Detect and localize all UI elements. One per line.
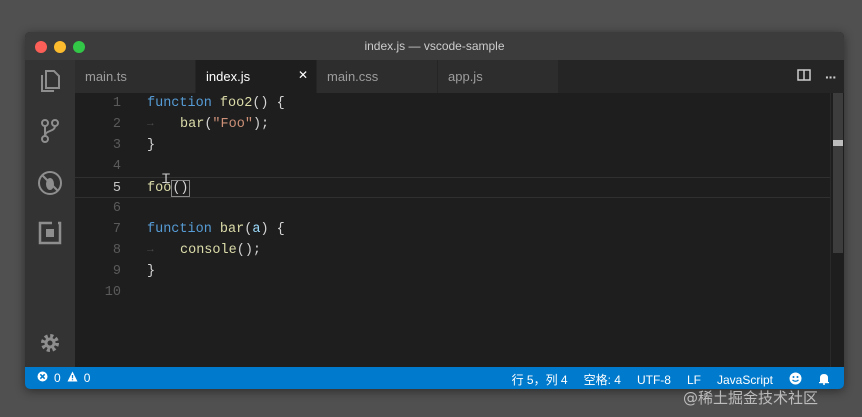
line-number: 10: [104, 285, 121, 300]
line-number: 5: [112, 181, 121, 196]
text-cursor-icon: Ꮖ: [162, 172, 171, 187]
window-title: index.js — vscode-sample: [364, 39, 505, 53]
watermark: @稀土掘金技术社区: [683, 389, 819, 407]
code-editor[interactable]: 1 function foo2() { 2 → bar("Foo"); 3 } …: [75, 93, 844, 367]
tab-main-ts[interactable]: main.ts: [75, 60, 195, 93]
code-line: 3 }: [75, 135, 830, 156]
code-line: 6: [75, 198, 830, 219]
bell-icon[interactable]: [818, 372, 830, 388]
code-line: 2 → bar("Foo");: [75, 114, 830, 135]
tab-label: main.ts: [85, 69, 127, 84]
code-line: 1 function foo2() {: [75, 93, 830, 114]
tab-index-js[interactable]: index.js ✕: [196, 60, 316, 93]
bracket-highlight: (): [171, 180, 190, 197]
line-code: function foo2() {: [147, 96, 285, 111]
tab-label: app.js: [448, 69, 483, 84]
line-number: 8: [112, 243, 121, 258]
line-code: }: [147, 264, 156, 279]
more-actions-button[interactable]: ···: [825, 69, 837, 85]
error-count: 0: [54, 371, 61, 385]
line-code: bar("Foo");: [180, 117, 270, 132]
indentation[interactable]: 空格: 4: [584, 371, 621, 388]
scroll-thumb[interactable]: [833, 93, 843, 253]
code-line: 7 function bar(a) {: [75, 219, 830, 240]
tab-app-js[interactable]: app.js: [438, 60, 558, 93]
cursor-position-marker: [833, 140, 843, 146]
indent-guide: →: [147, 118, 154, 130]
code-line: 8 → console();: [75, 240, 830, 261]
status-bar: 0 0 行 5，列 4 空格: 4 UTF-8 LF JavaScript: [25, 367, 844, 389]
smiley-feedback-icon[interactable]: [789, 372, 802, 388]
line-code: }: [147, 138, 156, 153]
title-bar[interactable]: index.js — vscode-sample: [25, 32, 844, 60]
tab-actions: ···: [797, 68, 837, 86]
editor-tabs: main.ts index.js ✕ main.css app.js ···: [75, 60, 844, 93]
warning-count: 0: [83, 371, 91, 385]
close-icon[interactable]: ✕: [298, 68, 308, 82]
encoding[interactable]: UTF-8: [637, 373, 671, 387]
indent-guide: →: [147, 244, 154, 256]
error-icon: [37, 371, 48, 385]
source-control-icon[interactable]: [37, 118, 63, 144]
line-ending[interactable]: LF: [687, 373, 701, 387]
line-number: 9: [112, 264, 121, 279]
current-code-line: 5 foo(): [75, 177, 830, 198]
debug-icon[interactable]: [37, 170, 63, 196]
line-number: 7: [112, 222, 121, 237]
problems-indicator[interactable]: 0 0: [37, 371, 90, 385]
gear-icon[interactable]: [37, 330, 63, 356]
line-code: function bar(a) {: [147, 222, 285, 237]
tab-main-css[interactable]: main.css: [317, 60, 437, 93]
files-icon[interactable]: [37, 68, 63, 94]
line-number: 6: [112, 201, 121, 216]
extensions-icon[interactable]: [37, 220, 63, 246]
status-right: 行 5，列 4 空格: 4 UTF-8 LF JavaScript: [512, 371, 830, 388]
line-number: 2: [112, 117, 121, 132]
tab-label: index.js: [206, 69, 251, 84]
tab-label: main.css: [327, 69, 379, 84]
line-number: 4: [112, 159, 121, 174]
line-number: 3: [112, 138, 121, 153]
language-mode[interactable]: JavaScript: [717, 373, 773, 387]
vscode-window: index.js — vscode-sample main.ts index.j…: [25, 32, 844, 389]
warning-icon: [67, 371, 78, 385]
line-number: 1: [112, 96, 121, 111]
code-line: 10: [75, 282, 830, 303]
line-code: console();: [180, 243, 262, 258]
code-line: 9 }: [75, 261, 830, 282]
code-line: 4: [75, 156, 830, 177]
editor-scrollbar[interactable]: [830, 93, 844, 367]
cursor-position[interactable]: 行 5，列 4: [512, 371, 568, 388]
split-editor-icon[interactable]: [797, 68, 811, 86]
activity-bar: [25, 60, 75, 367]
